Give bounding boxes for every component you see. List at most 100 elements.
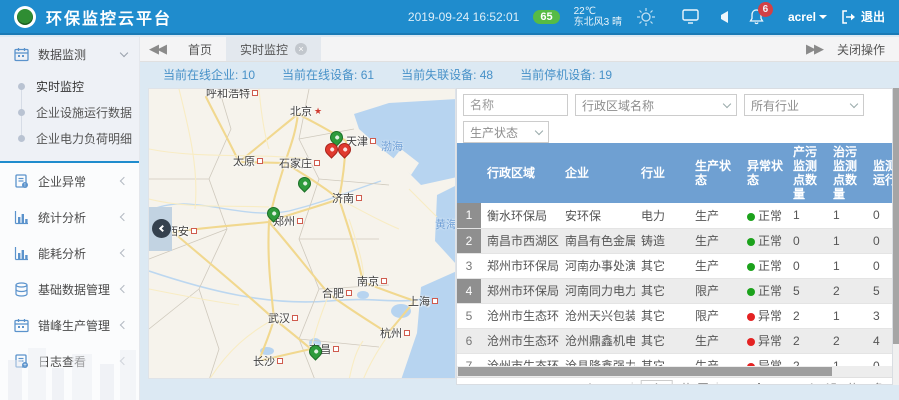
cell-abnormal-status: 正常	[741, 278, 787, 303]
sidebar-subitem-企业设施运行数据[interactable]: 企业设施运行数据	[0, 99, 139, 125]
map-panel[interactable]: 呼和浩特北京★天津太原石家庄济南西安郑州南京合肥上海武汉杭州长沙南昌渤海黄海	[148, 88, 456, 379]
table-row[interactable]: 6沧州市生态环保局沧州鼎鑫机电设备其它生产异常224	[457, 328, 892, 353]
cell-c2: 1	[827, 303, 867, 328]
vscroll-thumb[interactable]	[893, 88, 899, 344]
name-filter-input[interactable]	[463, 94, 568, 116]
map-city-label: 太原	[233, 153, 263, 169]
industry-filter-select[interactable]: 所有行业	[744, 94, 864, 116]
cell-abnormal-status: 异常	[741, 328, 787, 353]
calendar-icon	[14, 47, 29, 62]
column-header[interactable]: 异常状态	[741, 143, 787, 203]
cell-region: 沧州市生态环保局	[481, 328, 559, 353]
sidebar-item-基础数据管理[interactable]: 基础数据管理	[0, 271, 139, 307]
city-square-icon	[191, 228, 197, 234]
map-city-label: 合肥	[322, 285, 352, 301]
chevron-left-icon	[120, 321, 128, 329]
stat-item: 当前失联设备: 48	[401, 68, 493, 82]
total-pages-label: 共2页	[680, 380, 708, 386]
tabs-scroll-left-icon[interactable]: ◀◀	[140, 37, 174, 61]
app-header: 环保监控云平台 2019-09-24 16:52:01 65 22℃东北风3 晴…	[0, 0, 899, 35]
map-city-label: 杭州	[380, 325, 410, 341]
bar-chart-icon	[14, 210, 29, 225]
table-row[interactable]: 2南昌市西湖区环保局南昌有色金属有限公司铸造生产正常010	[457, 228, 892, 253]
notification-bell-icon[interactable]: 6	[749, 9, 764, 25]
column-header[interactable]: 治污监测点数量	[827, 143, 867, 203]
logout-button[interactable]: 退出	[841, 8, 885, 25]
tab-active[interactable]: 实时监控×	[226, 37, 321, 61]
cell-industry: 其它	[635, 303, 689, 328]
cell-abnormal-status: 正常	[741, 253, 787, 278]
sidebar-group: 基础数据管理	[0, 271, 139, 307]
map-city-label: 长沙	[253, 353, 283, 369]
cell-industry: 其它	[635, 353, 689, 366]
page-number-input[interactable]	[640, 380, 672, 386]
column-header[interactable]: 行政区域	[481, 143, 559, 203]
cell-c2: 1	[827, 353, 867, 366]
monitor-icon[interactable]	[682, 9, 699, 24]
status-filter-select[interactable]: 生产状态	[463, 121, 549, 143]
prev-page-button[interactable]: ◀◀	[612, 382, 624, 385]
cell-c1: 0	[787, 253, 827, 278]
region-filter-select[interactable]: 行政区域名称	[575, 94, 737, 116]
sidebar-subitem-企业电力负荷明细[interactable]: 企业电力负荷明细	[0, 125, 139, 151]
chevron-left-icon	[120, 213, 128, 221]
bar-chart-icon	[14, 246, 29, 261]
sidebar-group: 数据监测实时监控企业设施运行数据企业电力负荷明细	[0, 37, 139, 163]
cell-c2: 1	[827, 203, 867, 228]
cell-prod: 生产	[689, 253, 741, 278]
sidebar-item-数据监测[interactable]: 数据监测	[0, 37, 139, 71]
stat-item: 当前停机设备: 19	[520, 68, 612, 82]
column-header[interactable]: 产污监测点数量	[787, 143, 827, 203]
cell-c3: 4	[867, 328, 892, 353]
map-city-label: 南京	[357, 273, 387, 289]
cell-prod: 生产	[689, 228, 741, 253]
chevron-down-icon	[120, 48, 128, 56]
last-page-button[interactable]: ▶▶❙	[745, 382, 762, 385]
hscroll-thumb[interactable]	[458, 367, 832, 376]
tab-item[interactable]: 首页	[174, 37, 226, 61]
status-dot-icon	[747, 288, 755, 296]
tabs-scroll-right-icon[interactable]: ▶▶	[797, 41, 831, 57]
table-row[interactable]: 5沧州市生态环保局沧州天兴包装制品其它限产异常213	[457, 303, 892, 328]
logout-label: 退出	[861, 8, 885, 25]
mute-speaker-icon[interactable]	[719, 11, 729, 23]
cell-industry: 其它	[635, 278, 689, 303]
map-collapse-button[interactable]	[152, 219, 171, 238]
column-header[interactable]: 企业	[559, 143, 635, 203]
chevron-down-icon	[819, 15, 827, 19]
tab-close-icon[interactable]: ×	[295, 43, 307, 55]
cell-c2: 2	[827, 278, 867, 303]
sidebar-item-统计分析[interactable]: 统计分析	[0, 199, 139, 235]
cell-abnormal-status: 异常	[741, 303, 787, 328]
map-sea-label: 渤海	[381, 138, 403, 154]
sidebar-item-企业异常[interactable]: !企业异常	[0, 163, 139, 199]
sidebar-item-能耗分析[interactable]: 能耗分析	[0, 235, 139, 271]
column-header[interactable]: 行业	[635, 143, 689, 203]
table-row[interactable]: 3郑州市环保局河南办事处演示其它生产正常010	[457, 253, 892, 278]
column-header[interactable]: 监测设备 运行数量	[867, 143, 893, 203]
cell-company: 安环保	[559, 203, 635, 228]
table-row[interactable]: 7沧州市生态环保局沧县隆鑫强力加工其它生产异常210	[457, 353, 892, 366]
sidebar-subitem-实时监控[interactable]: 实时监控	[0, 73, 139, 99]
cell-industry: 其它	[635, 328, 689, 353]
stat-item: 当前在线设备: 61	[282, 68, 374, 82]
horizontal-scrollbar[interactable]	[457, 366, 892, 377]
pagination-bar: ❙◀◀ ◀◀ 共2页 ▶▶ ▶▶❙ 1 - 15 共19 条	[457, 377, 892, 385]
aqi-badge: 65	[533, 10, 559, 24]
row-number-cell: 5	[457, 303, 481, 328]
first-page-button[interactable]: ❙◀◀	[586, 382, 603, 385]
cell-company: 沧州鼎鑫机电设备	[559, 328, 635, 353]
table-row[interactable]: 1衡水环保局安环保电力生产正常110	[457, 203, 892, 228]
city-square-icon	[356, 195, 362, 201]
table-row[interactable]: 4郑州市环保局河南同力电力设备其它限产正常525	[457, 278, 892, 303]
stats-bar: 当前在线企业: 10当前在线设备: 61当前失联设备: 48当前停机设备: 19	[140, 62, 899, 88]
cell-region: 郑州市环保局	[481, 278, 559, 303]
vertical-scrollbar[interactable]	[893, 88, 899, 385]
column-header[interactable]: 生产状态	[689, 143, 741, 203]
next-page-button[interactable]: ▶▶	[726, 382, 738, 385]
user-menu[interactable]: acrel	[788, 10, 827, 24]
close-operations-button[interactable]: 关闭操作	[831, 41, 899, 58]
cell-company: 沧县隆鑫强力加工	[559, 353, 635, 366]
sidebar-watermark	[0, 330, 139, 400]
map-marker-green[interactable]	[295, 174, 313, 192]
